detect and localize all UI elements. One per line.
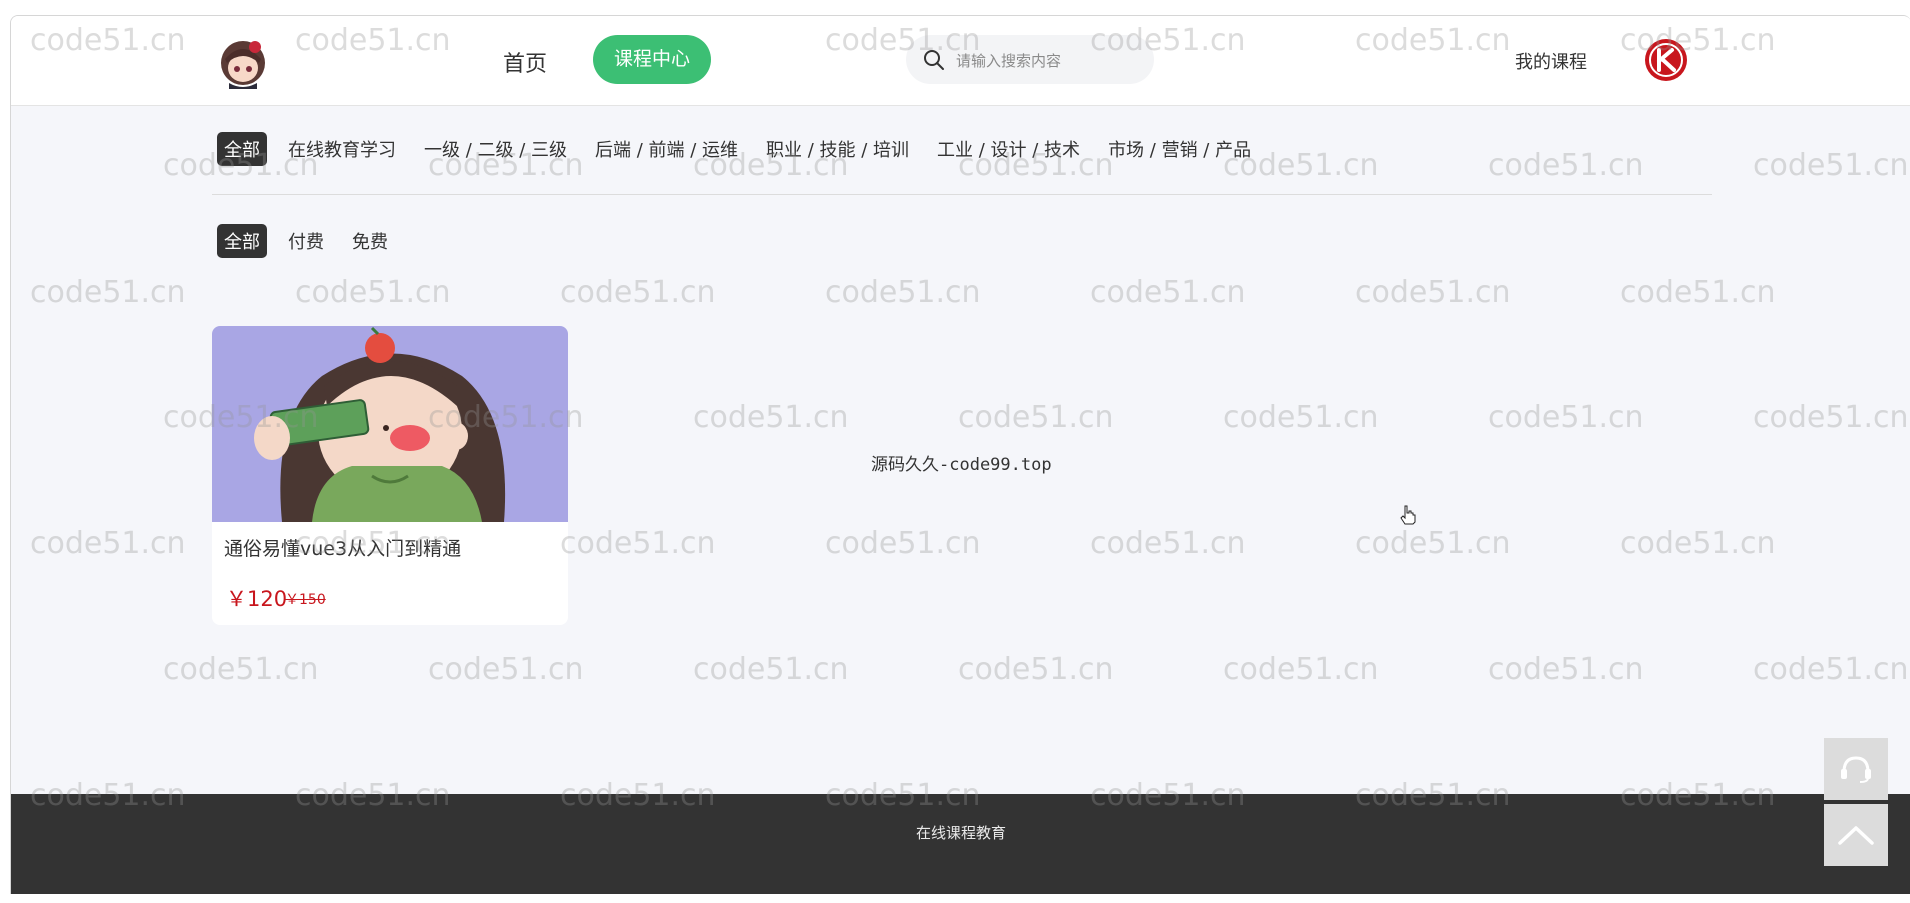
category-filter-bar: 全部 在线教育学习 一级 / 二级 / 三级 后端 / 前端 / 运维 职业 /… xyxy=(217,132,1272,166)
headset-icon xyxy=(1841,756,1871,783)
back-to-top-button[interactable] xyxy=(1824,804,1888,866)
nav-course-center-button[interactable]: 课程中心 xyxy=(593,35,711,84)
page-footer: 在线课程教育 xyxy=(11,794,1910,894)
category-filter-levels[interactable]: 一级 / 二级 / 三级 xyxy=(417,132,574,166)
category-filter-dev[interactable]: 后端 / 前端 / 运维 xyxy=(588,132,745,166)
user-avatar[interactable] xyxy=(1644,38,1688,82)
price-filter-bar: 全部 付费 免费 xyxy=(217,224,409,258)
category-filter-market[interactable]: 市场 / 营销 / 产品 xyxy=(1101,132,1258,166)
price-filter-free[interactable]: 免费 xyxy=(345,224,395,258)
course-thumbnail[interactable] xyxy=(212,326,568,522)
hand-cursor-icon xyxy=(1400,505,1416,525)
course-original-price: ￥150 xyxy=(285,592,326,608)
customer-service-button[interactable] xyxy=(1824,738,1888,800)
search-input[interactable] xyxy=(954,47,1143,74)
site-logo[interactable] xyxy=(215,33,271,89)
nav-home-link[interactable]: 首页 xyxy=(503,46,547,78)
category-filter-all[interactable]: 全部 xyxy=(217,132,267,166)
price-filter-paid[interactable]: 付费 xyxy=(281,224,331,258)
price-filter-all[interactable]: 全部 xyxy=(217,224,267,258)
chevron-up-icon xyxy=(1838,826,1874,845)
search-icon[interactable] xyxy=(922,48,946,72)
center-source-text: 源码久久-code99.top xyxy=(871,455,1052,475)
search-box[interactable] xyxy=(906,35,1154,84)
course-title[interactable]: 通俗易懂vue3从入门到精通 xyxy=(224,534,461,561)
category-filter-industry[interactable]: 工业 / 设计 / 技术 xyxy=(930,132,1087,166)
filter-divider xyxy=(212,194,1712,195)
app-window: 首页 课程中心 我的课程 全部 在线教育学习 一级 / 二级 / 三级 后端 /… xyxy=(10,15,1910,894)
category-filter-career[interactable]: 职业 / 技能 / 培训 xyxy=(759,132,916,166)
category-filter-online-education[interactable]: 在线教育学习 xyxy=(281,132,403,166)
top-navbar: 首页 课程中心 我的课程 xyxy=(11,16,1910,106)
course-price: ￥120 xyxy=(226,587,288,611)
my-courses-link[interactable]: 我的课程 xyxy=(1515,48,1587,74)
course-card[interactable]: 通俗易懂vue3从入门到精通 ￥120 ￥150 xyxy=(212,326,568,625)
footer-text: 在线课程教育 xyxy=(915,824,1006,842)
